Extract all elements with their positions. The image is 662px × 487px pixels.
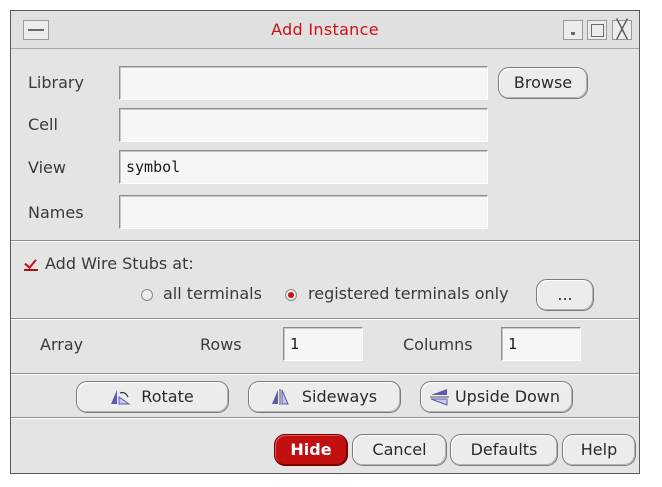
columns-label: Columns [403, 335, 473, 354]
separator [11, 318, 639, 320]
names-label: Names [28, 203, 84, 222]
defaults-button[interactable]: Defaults [450, 434, 558, 466]
separator [11, 373, 639, 375]
separator [11, 417, 639, 419]
upside-down-button[interactable]: Upside Down [420, 381, 573, 413]
view-label: View [28, 158, 66, 177]
cell-label: Cell [28, 115, 58, 134]
array-label: Array [40, 335, 84, 354]
sideways-icon [272, 389, 289, 405]
rotate-button[interactable]: Rotate [76, 381, 229, 413]
cancel-button[interactable]: Cancel [352, 434, 447, 466]
library-field[interactable] [119, 66, 488, 100]
window-title: Add Instance [271, 20, 379, 39]
sideways-label: Sideways [301, 387, 378, 406]
separator [11, 240, 639, 242]
library-label: Library [28, 73, 84, 92]
hide-button[interactable]: Hide [274, 434, 348, 466]
help-button[interactable]: Help [562, 434, 636, 466]
title-bar[interactable]: Add Instance ╳ [11, 11, 639, 49]
rotate-icon [111, 390, 131, 405]
cell-field[interactable] [119, 108, 488, 142]
columns-field[interactable] [501, 327, 581, 361]
maximize-icon[interactable] [587, 20, 607, 40]
sideways-button[interactable]: Sideways [248, 381, 401, 413]
registered-terminals-radio[interactable] [285, 289, 297, 301]
browse-button[interactable]: Browse [498, 67, 588, 99]
all-terminals-radio[interactable] [141, 289, 153, 301]
registered-terminals-label[interactable]: registered terminals only [308, 284, 509, 303]
rotate-label: Rotate [141, 387, 194, 406]
rows-field[interactable] [283, 327, 363, 361]
upside-down-icon [430, 389, 449, 406]
close-icon[interactable]: ╳ [612, 20, 632, 40]
add-wire-stubs-label: Add Wire Stubs at: [45, 254, 194, 273]
view-field[interactable] [119, 150, 488, 184]
rows-label: Rows [200, 335, 242, 354]
add-instance-dialog: Add Instance ╳ Library Browse Cell View … [10, 10, 640, 474]
add-wire-stubs-checkbox[interactable] [24, 257, 38, 271]
minimize-icon[interactable] [563, 20, 583, 40]
wire-stubs-options-button[interactable]: ... [536, 279, 594, 311]
names-field[interactable] [119, 195, 488, 229]
upside-down-label: Upside Down [454, 387, 561, 406]
all-terminals-label[interactable]: all terminals [163, 284, 262, 303]
